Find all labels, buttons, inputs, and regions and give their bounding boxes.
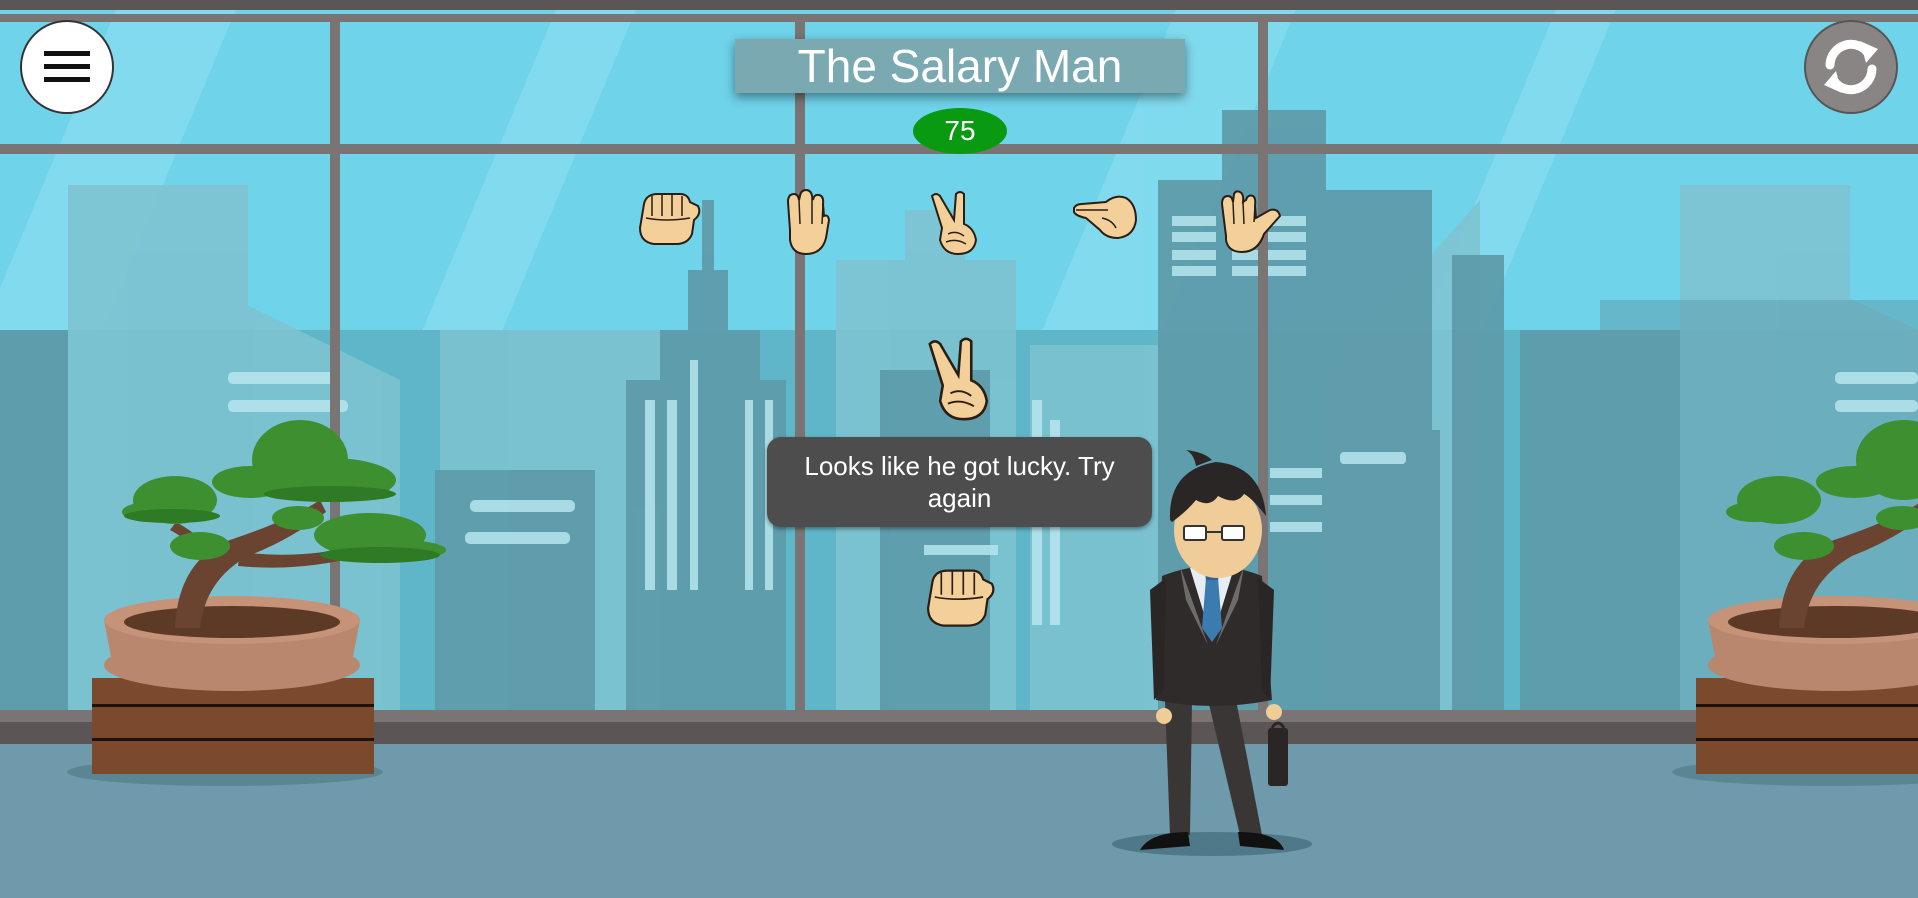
spock-choice-button[interactable] (1218, 190, 1284, 254)
open-hand-icon (786, 188, 830, 256)
score-badge: 75 (913, 108, 1007, 154)
fist-hand-icon (926, 569, 995, 627)
hamburger-menu-icon (44, 51, 90, 82)
spock-hand-icon (1220, 190, 1282, 254)
scissors-choice-button[interactable] (926, 190, 980, 256)
lizard-choice-button[interactable] (1072, 190, 1138, 242)
menu-button[interactable] (20, 20, 114, 114)
fist-hand-icon (638, 193, 701, 245)
player-choice-display (922, 564, 998, 630)
scissors-hand-icon (928, 337, 989, 421)
scissors-hand-icon (930, 191, 978, 256)
result-message: Looks like he got lucky. Try again (767, 437, 1152, 527)
restart-button[interactable] (1804, 20, 1898, 114)
refresh-icon (1824, 39, 1878, 95)
lizard-hand-icon (1073, 195, 1138, 240)
rock-choice-button[interactable] (636, 188, 702, 248)
paper-choice-button[interactable] (782, 188, 830, 256)
opponent-choice-display (922, 332, 992, 426)
game-title: The Salary Man (735, 39, 1185, 93)
